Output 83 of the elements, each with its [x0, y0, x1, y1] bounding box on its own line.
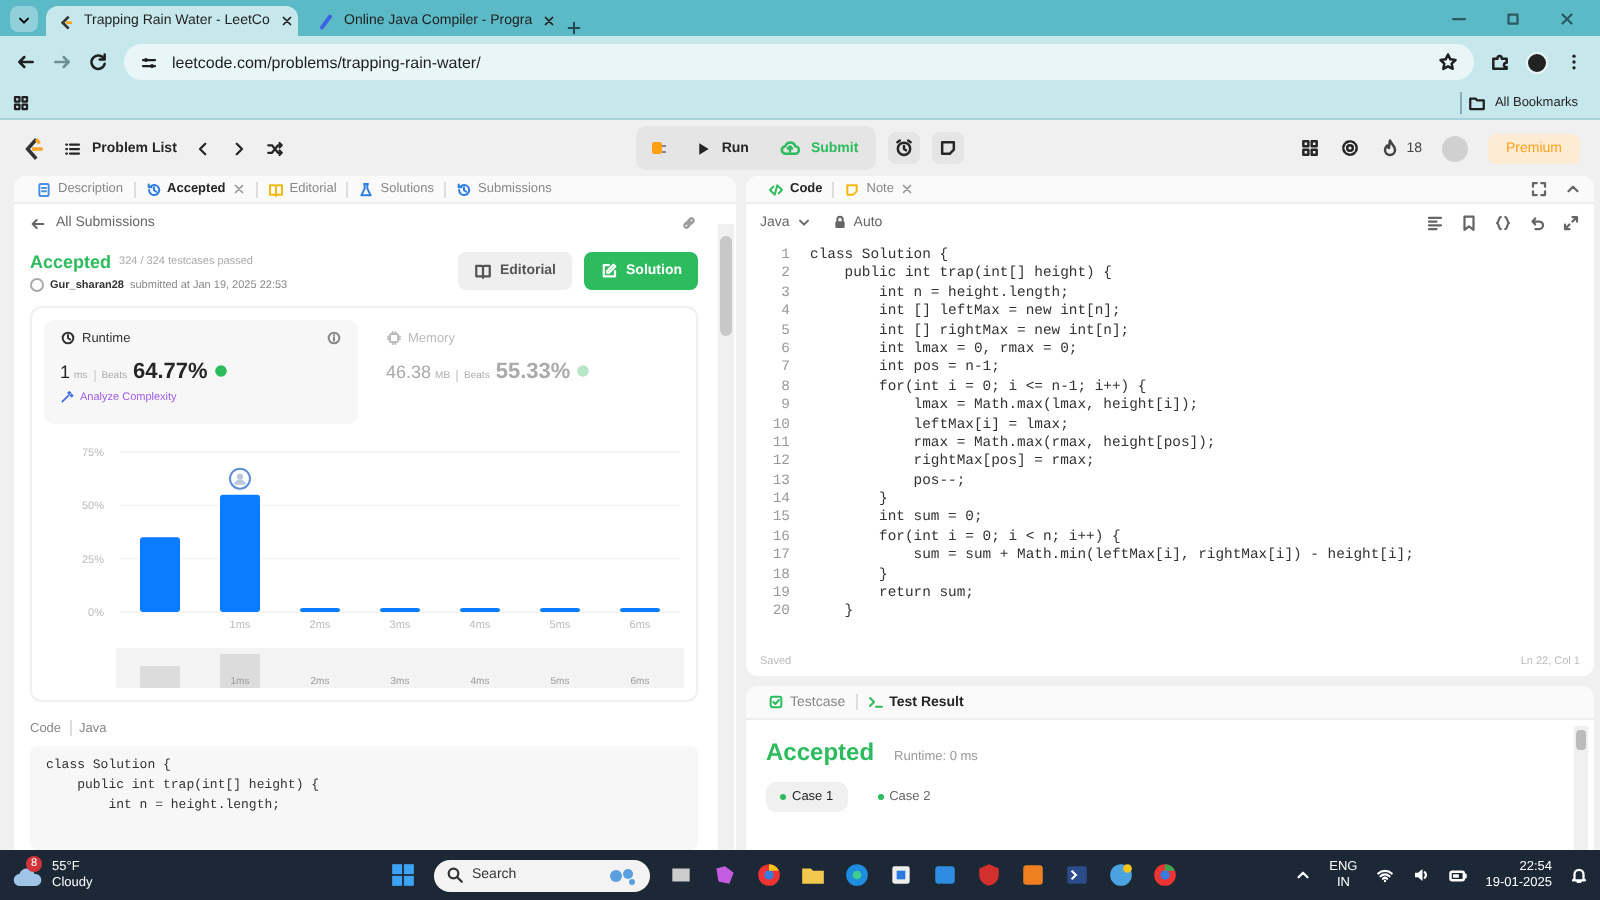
- stat-value: 46.38: [386, 362, 432, 382]
- shuffle-icon[interactable]: [266, 139, 285, 157]
- stat-value: 1: [60, 362, 71, 382]
- play-icon: [693, 139, 712, 157]
- beats-percentage: 55.33%: [495, 360, 571, 384]
- wifi-icon[interactable]: [1375, 866, 1394, 884]
- start-icon[interactable]: [390, 862, 416, 888]
- tab-list-button[interactable]: [10, 6, 38, 32]
- user-avatar: [30, 278, 44, 292]
- terminal-app-icon[interactable]: [1064, 862, 1090, 888]
- maximize-icon[interactable]: [1504, 9, 1522, 27]
- status-dot-icon: [877, 794, 884, 800]
- app-icon[interactable]: [1020, 862, 1046, 888]
- fullscreen-icon[interactable]: [1530, 180, 1548, 198]
- clock-icon: [60, 330, 76, 346]
- back-icon[interactable]: [16, 52, 36, 72]
- link-icon[interactable]: [680, 214, 698, 232]
- memory-chip-icon: [386, 330, 402, 346]
- store-icon[interactable]: [888, 862, 914, 888]
- info-icon[interactable]: [326, 330, 342, 346]
- leetcode-logo-icon[interactable]: [20, 135, 46, 161]
- app-icon[interactable]: [932, 862, 958, 888]
- wand-icon: [60, 390, 74, 404]
- battery-icon[interactable]: [1447, 865, 1468, 885]
- lock-icon: [831, 214, 848, 230]
- next-icon[interactable]: [230, 139, 249, 157]
- shield-icon[interactable]: [976, 862, 1002, 888]
- flame-icon: [1380, 138, 1401, 158]
- reset-icon[interactable]: [1528, 213, 1546, 231]
- edit-icon: [600, 262, 618, 280]
- speaker-icon[interactable]: [1411, 866, 1430, 884]
- close-window-icon[interactable]: [1558, 9, 1576, 27]
- checkbox-icon: [768, 694, 784, 710]
- chevron-icon: [795, 214, 812, 230]
- compiler-logo-icon: [318, 13, 334, 29]
- show-hidden-icon[interactable]: [1293, 866, 1312, 884]
- alarm-clock-icon[interactable]: [894, 138, 915, 158]
- settings-icon[interactable]: [1340, 138, 1361, 158]
- layout-icon[interactable]: [1300, 138, 1321, 158]
- browser-icon[interactable]: [1108, 862, 1134, 888]
- apps-icon[interactable]: [12, 94, 30, 112]
- beats-percentage: 64.77%: [132, 360, 208, 384]
- search-icon: [446, 866, 464, 884]
- leetcode-logo-icon: [58, 13, 74, 29]
- history-icon: [145, 181, 162, 197]
- flask-icon: [358, 181, 375, 197]
- back-arrow-icon: [30, 215, 46, 231]
- book-icon: [267, 181, 284, 197]
- browser-icon[interactable]: [756, 862, 782, 888]
- expand-icon[interactable]: [1562, 213, 1580, 231]
- list-icon: [64, 139, 82, 157]
- folder-icon: [1468, 94, 1487, 112]
- cloud-upload-icon: [780, 138, 801, 158]
- profile-avatar[interactable]: [1526, 51, 1548, 73]
- bookmark-star-icon[interactable]: [1438, 52, 1458, 72]
- code-icon: [768, 181, 784, 197]
- close-icon[interactable]: [279, 14, 294, 28]
- weather-cloud-icon: [12, 863, 44, 887]
- collapse-icon[interactable]: [1564, 180, 1582, 198]
- note-icon[interactable]: [938, 138, 959, 158]
- browser-icon[interactable]: [1152, 862, 1178, 888]
- result-status: Accepted: [766, 738, 875, 766]
- terminal-icon: [867, 694, 884, 710]
- close-icon[interactable]: [542, 14, 557, 28]
- address-bar[interactable]: leetcode.com/problems/trapping-rain-water/: [124, 44, 1474, 80]
- history-icon: [456, 181, 473, 197]
- reload-icon[interactable]: [88, 52, 108, 72]
- extensions-icon[interactable]: [1490, 52, 1510, 72]
- notification-bell-icon[interactable]: [1570, 866, 1588, 884]
- user-avatar-marker: [229, 467, 251, 490]
- note-icon: [844, 181, 861, 197]
- book-icon: [473, 262, 492, 280]
- bookmark-icon[interactable]: [1460, 213, 1478, 231]
- document-icon: [36, 181, 52, 197]
- new-tab-icon[interactable]: [566, 20, 582, 36]
- forward-icon[interactable]: [52, 52, 72, 72]
- browser-icon[interactable]: [844, 862, 870, 888]
- braces-icon[interactable]: [1494, 213, 1512, 231]
- status-dot-icon: [780, 794, 786, 800]
- format-icon[interactable]: [1426, 213, 1444, 231]
- site-info-icon[interactable]: [140, 53, 158, 71]
- status-label: Accepted: [30, 252, 112, 272]
- scrollbar: [1574, 726, 1588, 850]
